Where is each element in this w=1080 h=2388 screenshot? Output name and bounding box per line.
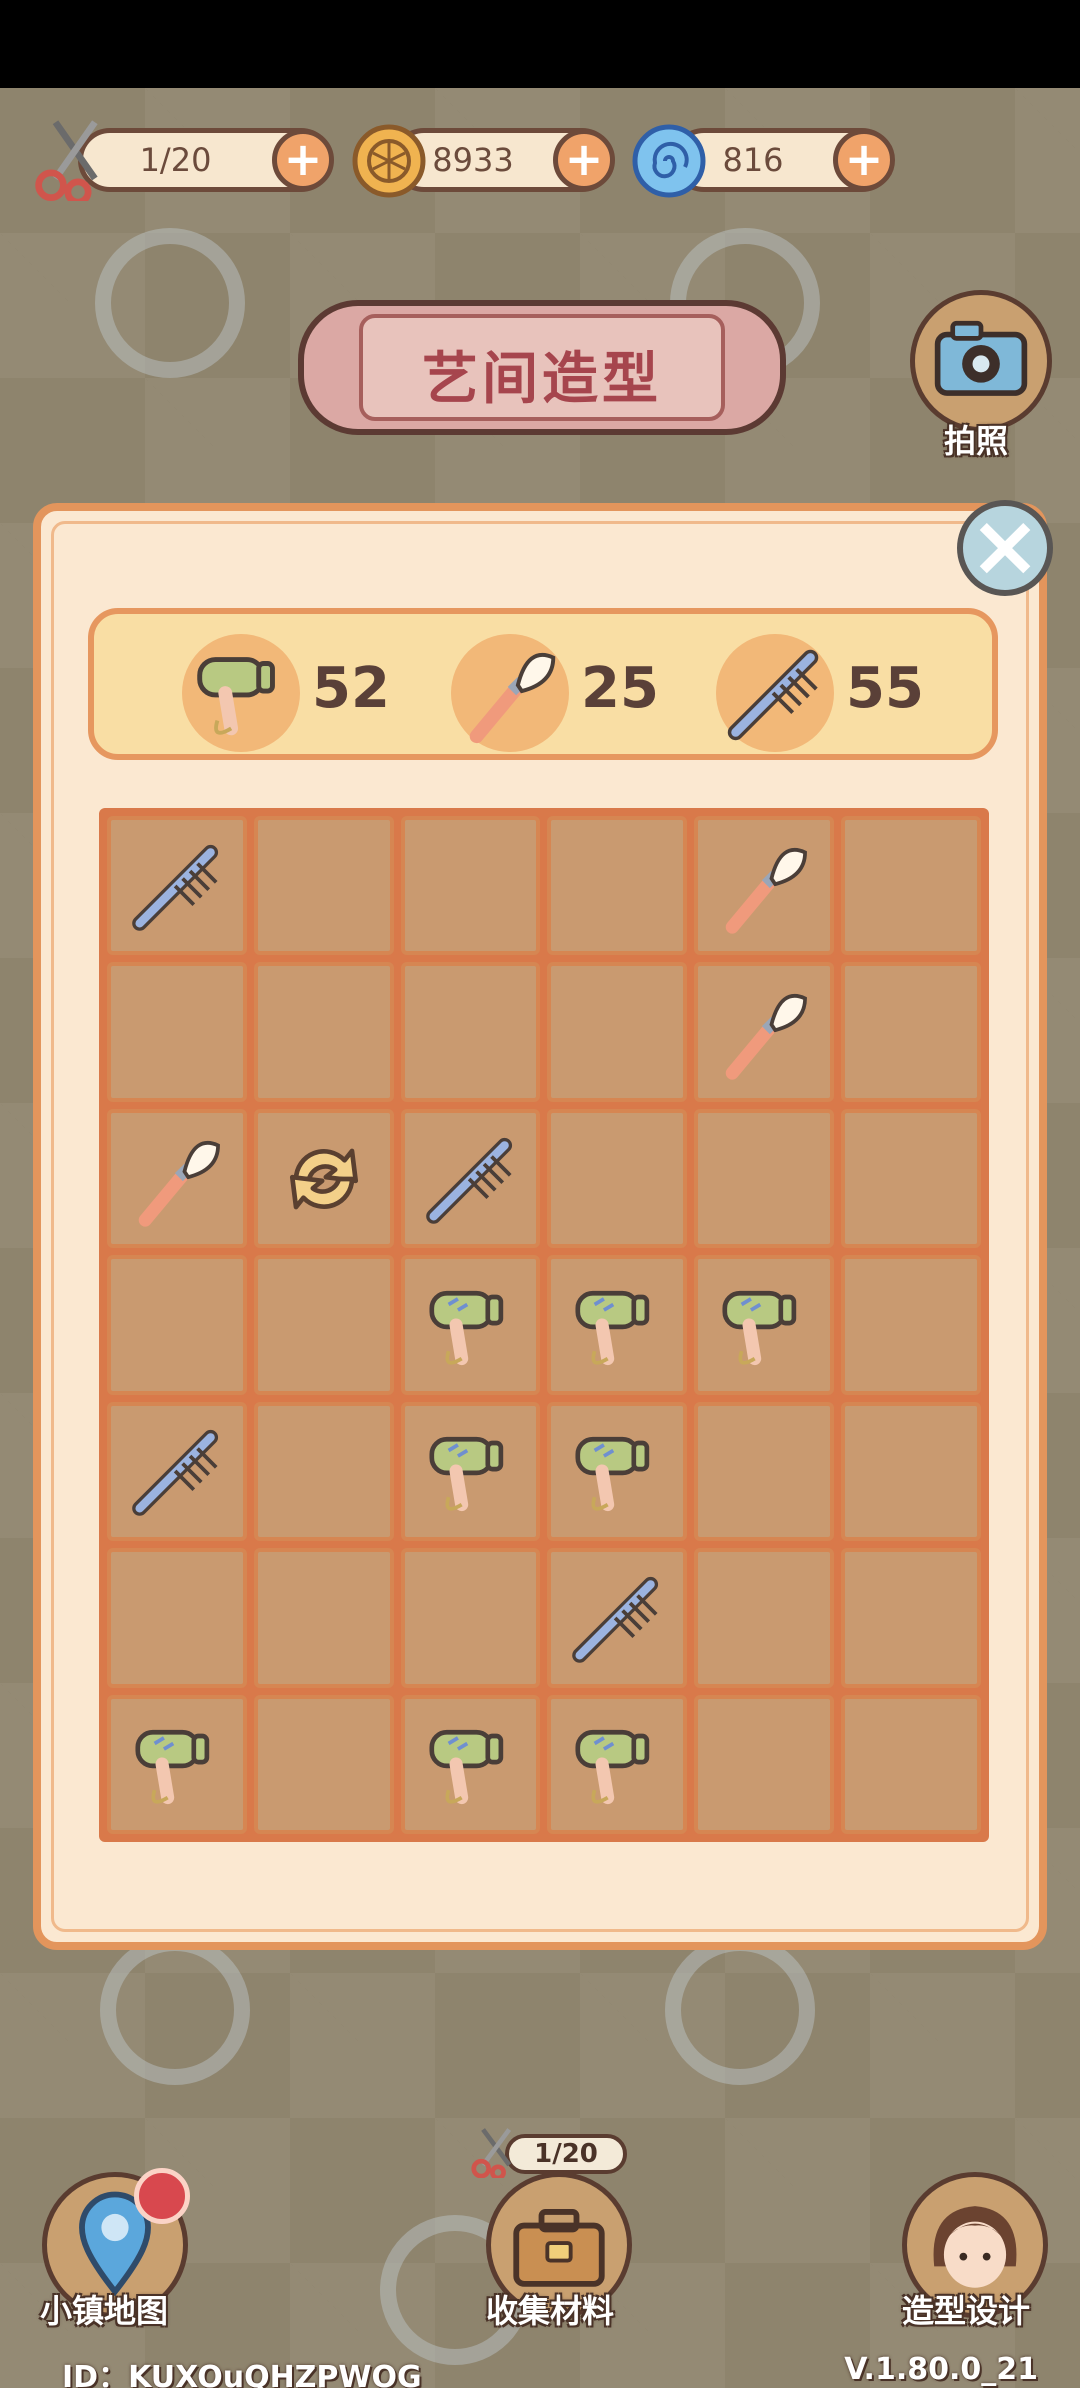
makeup-brush-icon [469,652,556,744]
gems-value: 816 [722,141,784,179]
item-grid [99,808,989,1842]
grid-cell-comb[interactable] [107,1401,247,1542]
add-scissors-button[interactable]: + [272,129,334,191]
grid-cell-comb[interactable] [107,816,247,956]
hairdryer-count-value: 52 [312,656,390,721]
grid-cell-empty [694,1694,835,1834]
grid-cell-dryer[interactable] [547,1694,688,1834]
grid-cell-dryer[interactable] [400,1401,541,1542]
grid-cell-empty [107,1255,247,1395]
camera-button[interactable] [910,290,1052,432]
grid-cell-empty [547,1108,688,1249]
makeup-brush-icon [725,994,808,1080]
grid-cell-dryer[interactable] [400,1255,541,1395]
title-plaque: 艺间造型 [298,300,786,435]
grid-cell-dryer[interactable] [547,1401,688,1542]
hairdryer-icon [575,1290,650,1366]
grid-cell-empty [253,1255,394,1395]
comb-icon [572,1576,659,1663]
scissors-small-icon [471,2128,512,2178]
grid-cell-empty [841,1108,981,1249]
comb-icon [425,1137,512,1224]
hairdryer-icon [575,1437,650,1512]
grid-cell-dryer[interactable] [694,1255,835,1395]
grid-cell-empty [841,1255,981,1395]
grid-cell-dryer[interactable] [400,1694,541,1834]
coins-counter: 8933 + [352,124,615,198]
sun-decoration [665,1935,815,2085]
status-bar [0,0,1080,88]
hairdryer-icon [575,1730,650,1805]
hairdryer-icon [722,1290,797,1366]
grid-cell-comb[interactable] [547,1548,688,1688]
grid-cell-empty [400,1548,541,1688]
grid-cell-empty [107,1548,247,1688]
version-label: V.1.80.0_21 [844,2352,1038,2387]
grid-cell-dryer[interactable] [107,1694,247,1834]
grid-cell-brush[interactable] [694,816,835,956]
grid-cell-empty [841,1401,981,1542]
grid-cell-refresh[interactable] [253,1108,394,1249]
scissors-counter: 1/20 + [35,120,334,201]
grid-cell-empty [841,1548,981,1688]
camera-label: 拍照 [944,422,1009,460]
makeup-brush-icon [138,1140,220,1227]
comb-icon [132,844,218,931]
grid-cell-dryer[interactable] [547,1255,688,1395]
comb-icon [132,1430,218,1517]
gems-counter: 816 + [632,124,895,198]
grid-cell-comb[interactable] [400,1108,541,1249]
hairdryer-icon [429,1437,503,1512]
grid-cell-empty [841,816,981,956]
sun-decoration [100,1935,250,2085]
grid-cell-empty [107,962,247,1102]
close-button[interactable]: × [957,500,1053,596]
sun-decoration [95,228,245,378]
notification-badge [134,2168,190,2224]
grid-cell-empty [253,1694,394,1834]
grid-cell-brush[interactable] [107,1108,247,1249]
grid-cell-empty [547,816,688,956]
add-gems-button[interactable]: + [833,129,895,191]
hairdryer-icon [429,1730,503,1805]
makeup-brush-icon [725,847,808,934]
grid-cell-empty [253,816,394,956]
grid-cell-empty [253,1401,394,1542]
page-title: 艺间造型 [422,347,662,412]
grid-cell-empty [253,1548,394,1688]
camera-icon [934,320,1028,396]
player-id: ID：KUXOuQHZPWOG [62,2360,422,2388]
add-coins-button[interactable]: + [553,129,615,191]
comb-icon [727,649,819,741]
grid-cell-empty [841,1694,981,1834]
brush-count-value: 25 [581,656,659,721]
grid-cell-empty [400,962,541,1102]
grid-cell-empty [400,816,541,956]
grid-cell-empty [841,962,981,1102]
coins-value: 8933 [432,141,514,179]
hairdryer-icon [429,1290,503,1366]
grid-cell-empty [253,962,394,1102]
map-label: 小镇地图 [40,2292,169,2330]
grid-cell-empty [694,1548,835,1688]
grid-cell-empty [547,962,688,1102]
item-counts-bar: 52 25 55 [88,608,998,760]
grid-cell-empty [694,1401,835,1542]
grid-cell-brush[interactable] [694,962,835,1102]
refresh-icon [289,1148,358,1209]
hairdryer-icon [135,1730,210,1805]
hairdryer-icon [197,657,275,736]
scissors-value: 1/20 [139,141,212,179]
design-label: 造型设计 [902,2292,1031,2330]
collect-label: 收集材料 [486,2292,615,2330]
comb-count-value: 55 [846,656,924,721]
grid-cell-empty [694,1108,835,1249]
